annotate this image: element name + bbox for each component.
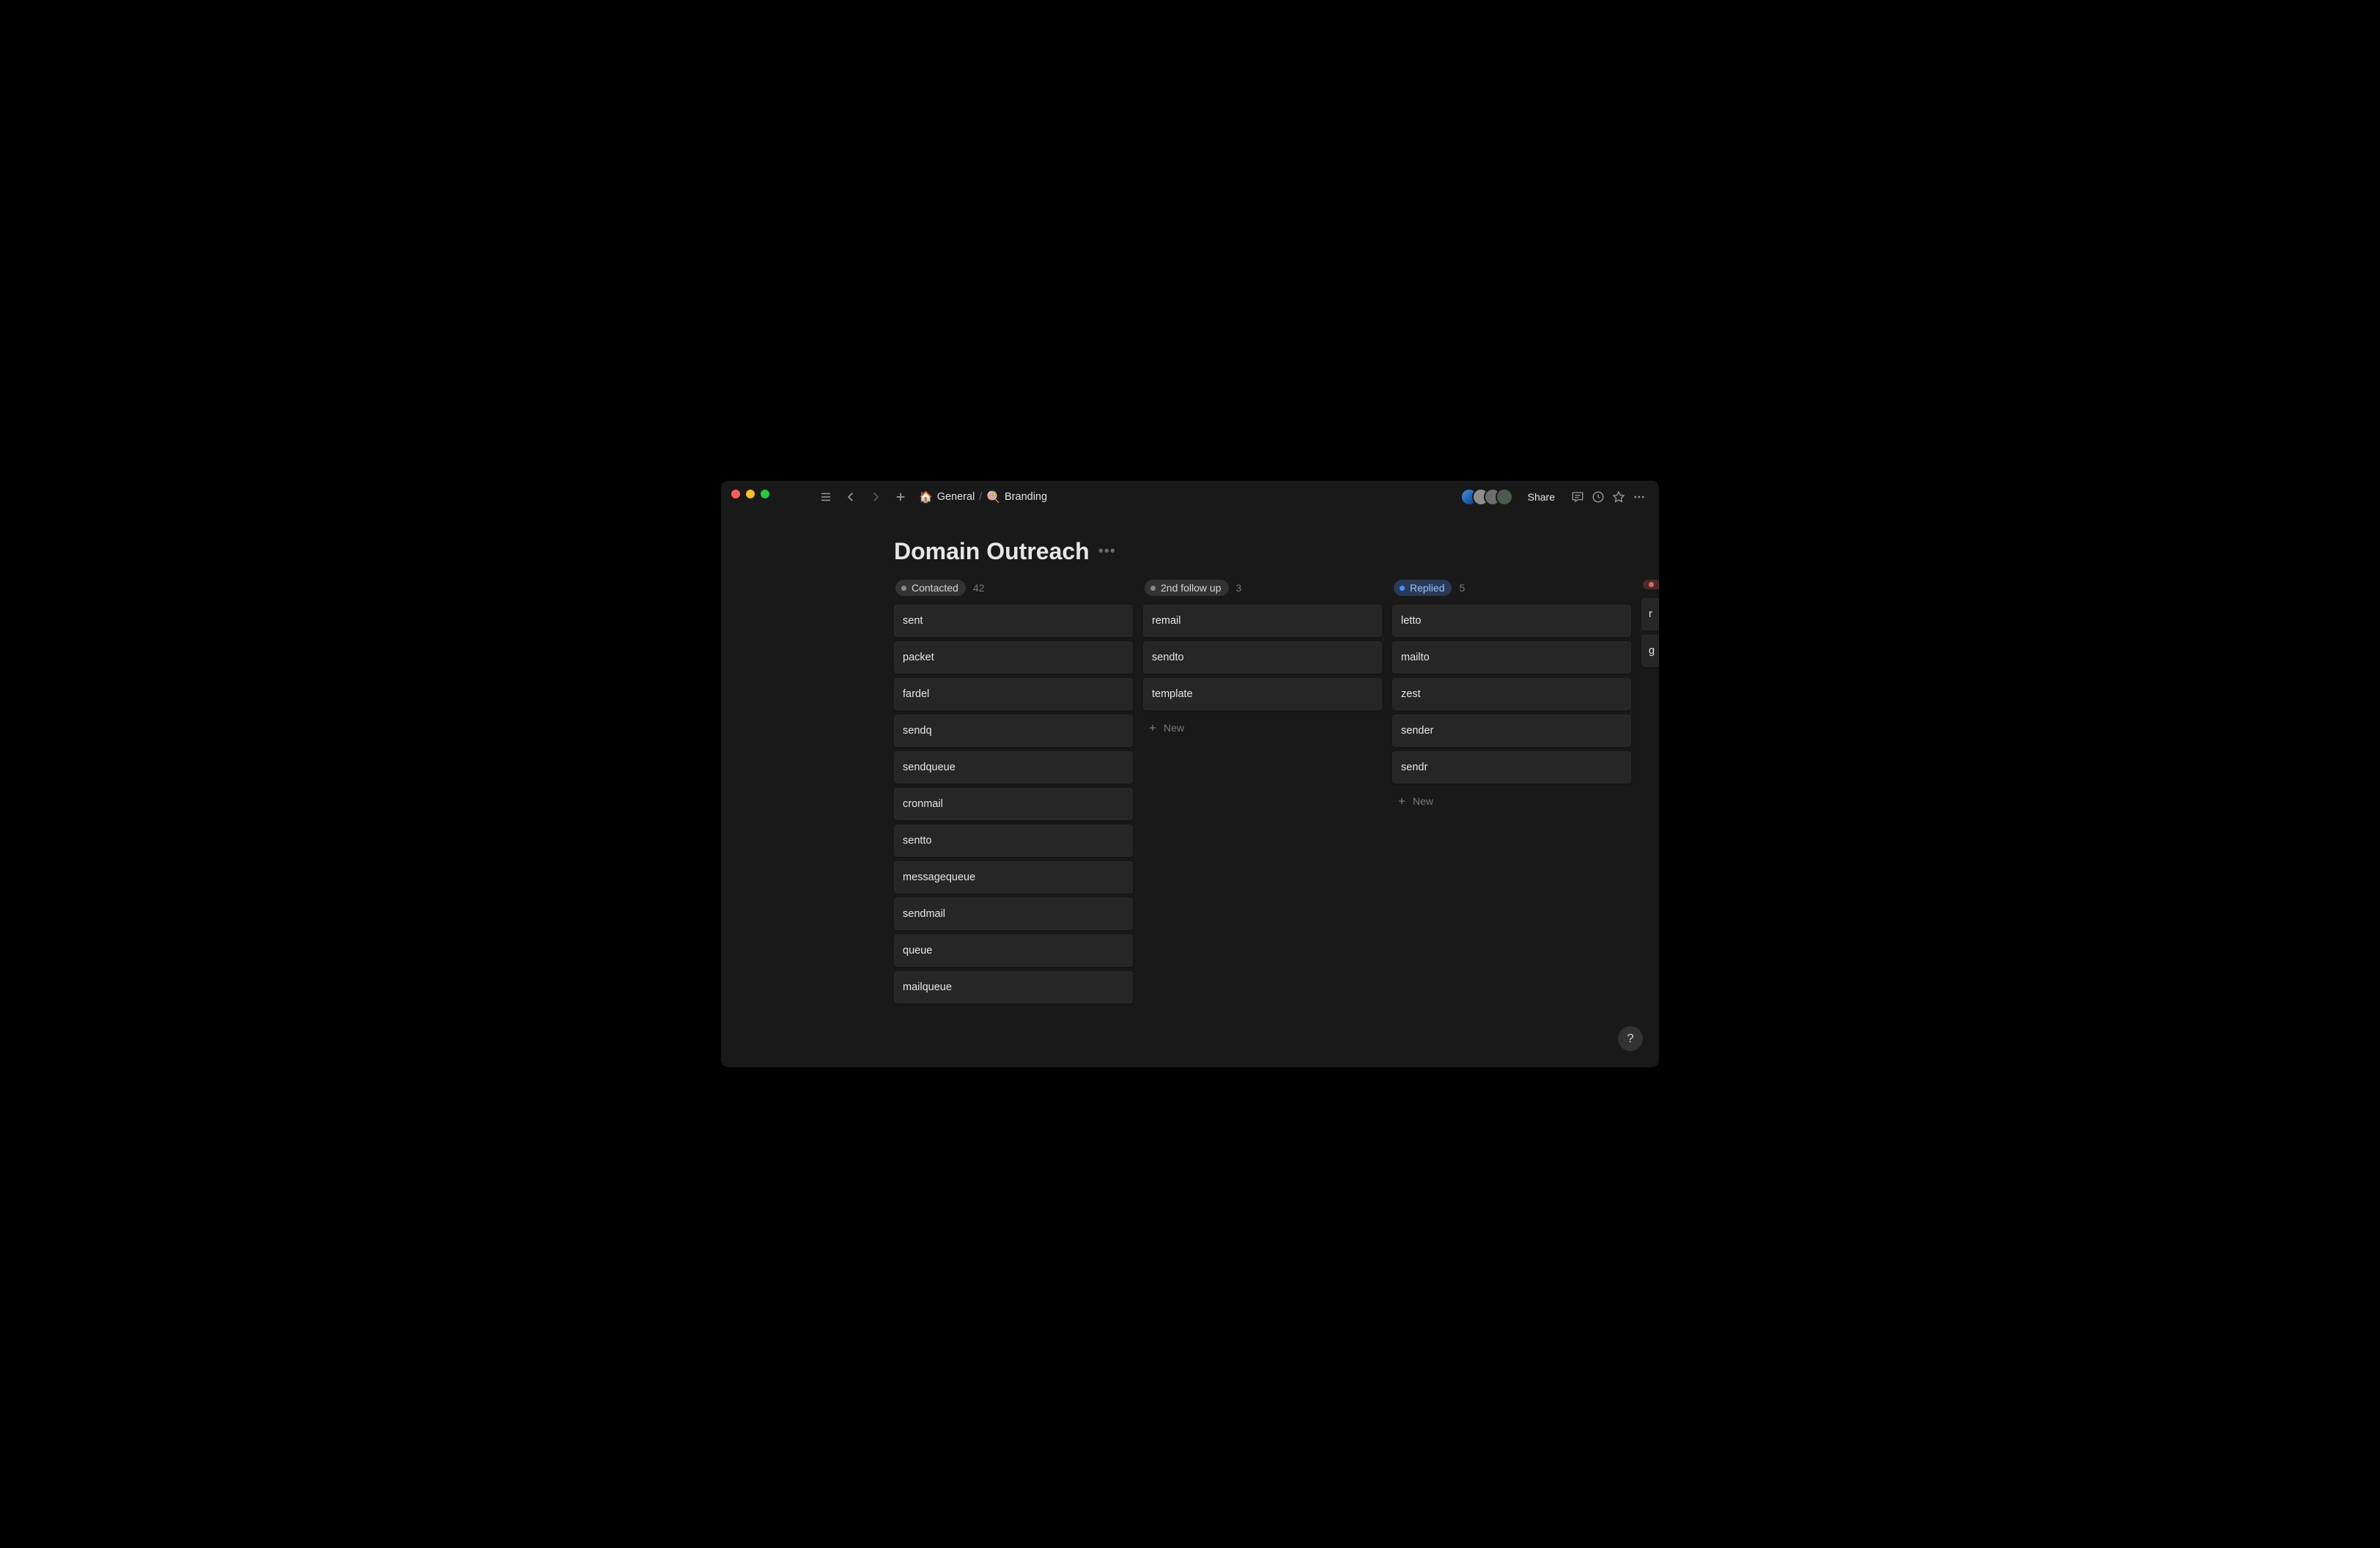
breadcrumb-page-icon: 🍭: [986, 490, 1000, 504]
board-card[interactable]: sendqueue: [894, 751, 1133, 784]
board-card[interactable]: sendto: [1143, 641, 1382, 674]
presence-avatars[interactable]: [1466, 488, 1513, 506]
breadcrumb-root[interactable]: General: [937, 491, 975, 503]
help-button[interactable]: ?: [1618, 1026, 1643, 1051]
page-content: Domain Outreach ••• Contacted 42 sent pa…: [721, 513, 1659, 1067]
board-card[interactable]: template: [1143, 678, 1382, 710]
column-count: 42: [973, 582, 985, 594]
more-icon[interactable]: [1630, 487, 1649, 506]
column-label: Contacted: [912, 582, 958, 594]
board-card[interactable]: letto: [1392, 605, 1631, 637]
comments-icon[interactable]: [1568, 487, 1587, 506]
column-tag[interactable]: Contacted: [895, 580, 966, 596]
breadcrumb-separator: /: [979, 491, 982, 503]
maximize-window-button[interactable]: [761, 490, 769, 498]
nav-forward-button[interactable]: [866, 487, 885, 506]
column-count: 3: [1236, 582, 1242, 594]
hamburger-icon[interactable]: [816, 487, 835, 506]
breadcrumb-page[interactable]: Branding: [1005, 491, 1047, 503]
board-card[interactable]: sentto: [894, 825, 1133, 857]
board-card[interactable]: cronmail: [894, 788, 1133, 820]
column-tag[interactable]: Replied: [1394, 580, 1452, 596]
board-card[interactable]: fardel: [894, 678, 1133, 710]
column-label: 2nd follow up: [1161, 582, 1222, 594]
board-card[interactable]: sendq: [894, 715, 1133, 747]
share-button[interactable]: Share: [1523, 488, 1559, 506]
board-card[interactable]: g: [1641, 635, 1659, 667]
app-window: 🏠 General / 🍭 Branding Share: [721, 481, 1659, 1067]
breadcrumb-root-icon: 🏠: [919, 490, 933, 504]
topbar: 🏠 General / 🍭 Branding Share: [721, 481, 1659, 513]
avatar: [1496, 488, 1513, 506]
column-tag[interactable]: 2nd follow up: [1145, 580, 1229, 596]
board-card[interactable]: sender: [1392, 715, 1631, 747]
page-title-more-icon[interactable]: •••: [1098, 543, 1116, 560]
page-title[interactable]: Domain Outreach: [894, 538, 1090, 565]
column-label: Replied: [1410, 582, 1444, 594]
column-tag[interactable]: [1643, 580, 1659, 589]
board-card[interactable]: mailto: [1392, 641, 1631, 674]
new-page-button[interactable]: [891, 487, 910, 506]
new-card-label: New: [1164, 722, 1184, 734]
board-column-2nd-follow-up: 2nd follow up 3 remail sendto template N…: [1143, 580, 1382, 1067]
board-card[interactable]: r: [1641, 598, 1659, 630]
board-column-replied: Replied 5 letto mailto zest sender sendr…: [1392, 580, 1631, 1067]
new-card-label: New: [1413, 795, 1433, 807]
board-card[interactable]: remail: [1143, 605, 1382, 637]
breadcrumb: 🏠 General / 🍭 Branding: [919, 490, 1047, 504]
board-card[interactable]: queue: [894, 935, 1133, 967]
board-card[interactable]: messagequeue: [894, 861, 1133, 893]
board-column-contacted: Contacted 42 sent packet fardel sendq se…: [894, 580, 1133, 1067]
board-column-partial: r g: [1641, 580, 1659, 1067]
board-view: Contacted 42 sent packet fardel sendq se…: [721, 580, 1659, 1067]
board-card[interactable]: zest: [1392, 678, 1631, 710]
new-card-button[interactable]: New: [1143, 716, 1382, 740]
board-card[interactable]: sendmail: [894, 898, 1133, 930]
column-count: 5: [1459, 582, 1465, 594]
board-card[interactable]: sendr: [1392, 751, 1631, 784]
board-card[interactable]: sent: [894, 605, 1133, 637]
nav-back-button[interactable]: [841, 487, 860, 506]
window-controls: [731, 490, 769, 498]
updates-icon[interactable]: [1589, 487, 1608, 506]
board-card[interactable]: mailqueue: [894, 971, 1133, 1003]
board-card[interactable]: packet: [894, 641, 1133, 674]
new-card-button[interactable]: New: [1392, 789, 1631, 813]
favorite-icon[interactable]: [1609, 487, 1628, 506]
close-window-button[interactable]: [731, 490, 740, 498]
minimize-window-button[interactable]: [746, 490, 755, 498]
